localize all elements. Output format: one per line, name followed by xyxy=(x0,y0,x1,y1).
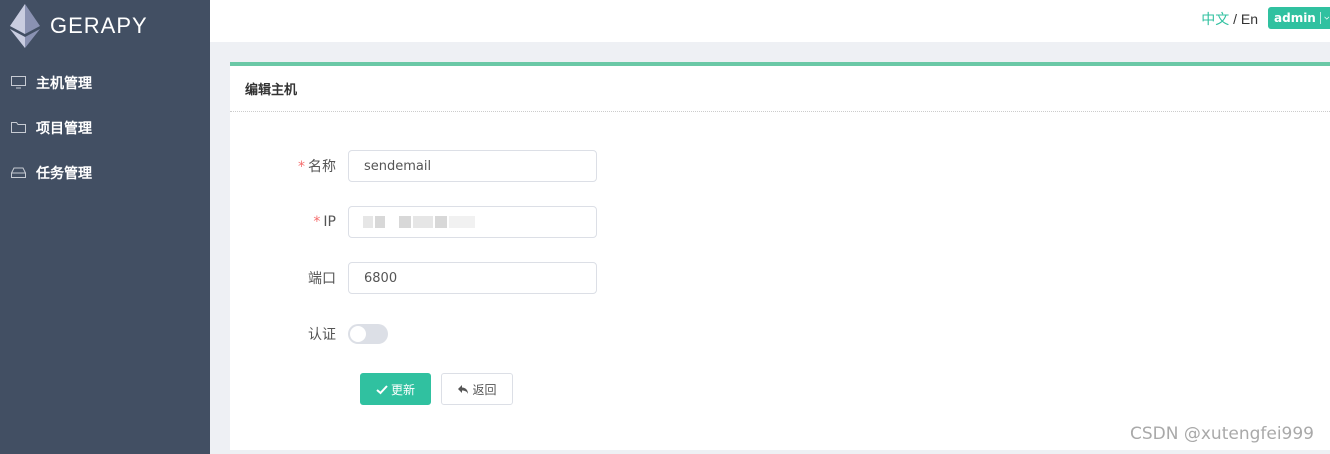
form-actions: 更新 返回 xyxy=(360,373,513,405)
lang-en-link[interactable]: En xyxy=(1241,11,1258,27)
update-button[interactable]: 更新 xyxy=(360,373,431,405)
port-input[interactable] xyxy=(348,262,597,294)
card-title: 编辑主机 xyxy=(230,66,1330,112)
reply-icon xyxy=(458,384,469,394)
sidebar: GERAPY 主机管理 项目管理 任务管理 xyxy=(0,0,210,454)
language-switcher: 中文 / En xyxy=(1201,9,1258,29)
port-label: 端口 xyxy=(308,271,336,287)
form-row-name: * 名称 xyxy=(230,150,597,182)
name-label: * 名称 xyxy=(298,159,336,175)
top-bar: 中文 / En admin xyxy=(210,0,1330,42)
sidebar-item-label: 主机管理 xyxy=(36,75,92,92)
inbox-icon xyxy=(10,165,26,181)
form-row-auth: 认证 xyxy=(230,324,388,344)
watermark: CSDN @xutengfei999 xyxy=(1129,424,1314,444)
form-row-ip: * IP xyxy=(230,206,597,238)
name-input[interactable] xyxy=(348,150,597,182)
back-button[interactable]: 返回 xyxy=(441,373,513,405)
sidebar-item-label: 任务管理 xyxy=(36,165,92,182)
auth-toggle[interactable] xyxy=(348,324,388,344)
user-name: admin xyxy=(1274,11,1316,25)
lang-zh-link[interactable]: 中文 xyxy=(1201,11,1229,27)
sidebar-item-projects[interactable]: 项目管理 xyxy=(0,105,210,150)
sidebar-item-tasks[interactable]: 任务管理 xyxy=(0,150,210,195)
user-menu-button[interactable]: admin xyxy=(1268,7,1330,29)
required-mark: * xyxy=(313,214,321,230)
auth-label: 认证 xyxy=(308,327,336,343)
edit-host-card: 编辑主机 *名称 *IP 端口 认证 更新 返回 xyxy=(230,62,1330,450)
folder-icon xyxy=(10,120,26,136)
ethereum-logo-icon xyxy=(10,4,40,48)
divider xyxy=(1319,12,1321,24)
logo[interactable]: GERAPY xyxy=(0,0,210,52)
ip-label: * IP xyxy=(313,214,336,230)
sidebar-item-label: 项目管理 xyxy=(36,120,92,137)
lang-separator: / xyxy=(1233,11,1237,27)
chevron-down-icon xyxy=(1324,16,1330,20)
sidebar-item-hosts[interactable]: 主机管理 xyxy=(0,60,210,105)
required-mark: * xyxy=(298,159,305,175)
monitor-icon xyxy=(10,75,26,91)
ip-input[interactable] xyxy=(348,206,597,238)
logo-text: GERAPY xyxy=(50,13,148,38)
form-row-port: 端口 xyxy=(230,262,597,294)
check-icon xyxy=(376,384,388,394)
